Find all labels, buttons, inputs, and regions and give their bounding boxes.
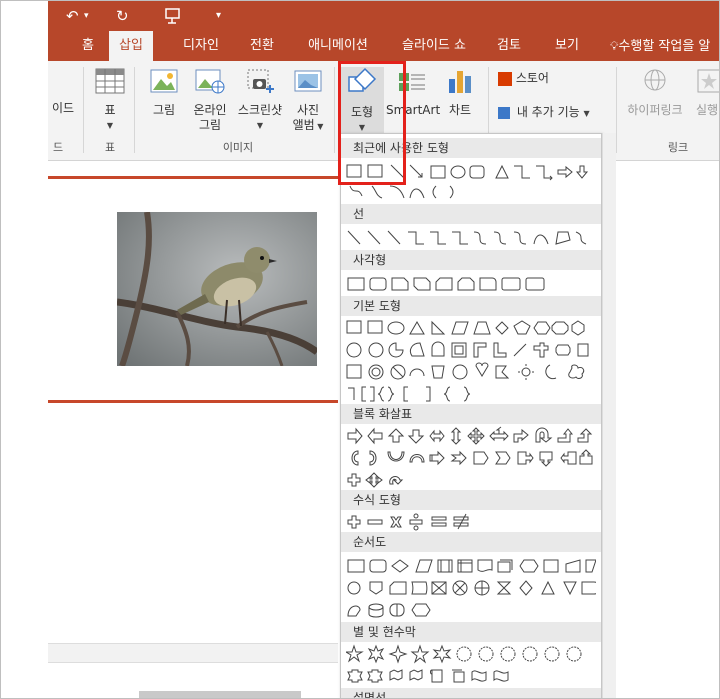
tab-animations[interactable]: 애니메이션 [303, 31, 373, 61]
section-equation-shapes: 수식 도형 [341, 490, 601, 510]
tab-transitions[interactable]: 전환 [244, 31, 280, 61]
chart-icon [449, 71, 471, 93]
tab-design[interactable]: 디자인 [175, 31, 227, 61]
flowchart-row-3[interactable] [346, 600, 596, 620]
group-divider [616, 67, 617, 153]
table-group-label: 표 [104, 141, 116, 154]
block-arrows-row-1[interactable] [346, 426, 596, 446]
group-divider [83, 67, 84, 153]
online-picture-icon [195, 69, 225, 94]
horizontal-scrollbar[interactable] [139, 691, 301, 698]
screenshot-icon [247, 69, 274, 93]
photo-album-label-1: 사진 [296, 103, 320, 117]
stars-row-1[interactable] [346, 644, 596, 664]
partial-group-label: 드 [52, 141, 64, 154]
screenshot-label: 스크린샷 [237, 103, 283, 117]
equation-shapes-row[interactable] [346, 512, 596, 532]
section-block-arrows: 블록 화살표 [341, 404, 601, 424]
section-flowchart: 순서도 [341, 532, 601, 552]
picture-button[interactable]: 그림 [144, 67, 184, 118]
tab-insert[interactable]: 삽입 [109, 31, 153, 61]
redo-icon[interactable]: ↻ [116, 5, 129, 27]
photo-album-icon [294, 70, 322, 92]
section-rectangles: 사각형 [341, 250, 601, 270]
my-addins-label: 내 추가 기능 [516, 105, 580, 119]
chevron-down-icon: ▼ [106, 121, 114, 130]
bird-picture[interactable] [117, 212, 317, 366]
section-stars-banners: 별 및 현수막 [341, 622, 601, 642]
hyperlink-button[interactable]: 하이퍼링크 [620, 67, 690, 118]
picture-label: 그림 [152, 103, 176, 117]
banners-row[interactable] [346, 666, 596, 686]
table-label: 표 [104, 103, 116, 117]
online-picture-label-1: 온라인 [193, 103, 227, 117]
store-label: 스토어 [515, 71, 549, 85]
tab-home[interactable]: 홈 [76, 31, 100, 61]
customize-qat-icon[interactable]: ▾ [216, 5, 221, 27]
photo-album-button[interactable]: 사진 앨범 ▼ [288, 67, 328, 134]
picture-icon [150, 69, 178, 93]
section-callouts: 설명선 [341, 688, 601, 698]
store-icon [498, 71, 512, 86]
slide-accent-line [48, 176, 338, 179]
undo-icon[interactable]: ↶ [66, 5, 79, 27]
notes-divider [48, 643, 338, 663]
addins-icon [498, 106, 510, 119]
rectangle-shapes-row[interactable] [346, 274, 596, 294]
basic-shapes-row-3[interactable] [346, 362, 596, 382]
star-action-icon [697, 69, 719, 93]
tab-review[interactable]: 검토 [494, 31, 524, 61]
app-window: ↶ ▾ ↻ ▾ 홈 삽입 디자인 전환 애니메이션 슬라이드 쇼 검토 보기 💡… [0, 0, 720, 699]
group-divider [134, 67, 135, 153]
ribbon-tabs: 홈 삽입 디자인 전환 애니메이션 슬라이드 쇼 검토 보기 💡︎수행할 작업을… [48, 31, 719, 61]
chevron-down-icon: ▼ [583, 109, 590, 118]
partial-button-label[interactable]: 이드 [48, 101, 78, 116]
tab-view[interactable]: 보기 [552, 31, 582, 61]
chevron-down-icon: ▼ [256, 121, 264, 130]
chart-label: 차트 [448, 103, 472, 117]
section-lines: 선 [341, 204, 601, 224]
shapes-gallery: 최근에 사용한 도형 선 사각형 기본 도형 블록 화살표 수식 도형 순서도 … [340, 133, 602, 698]
flowchart-row-2[interactable] [346, 578, 596, 598]
basic-shapes-row-1[interactable] [346, 318, 596, 338]
gallery-scrollbar[interactable] [602, 133, 616, 698]
line-shapes-row[interactable] [346, 228, 596, 248]
flowchart-row-1[interactable] [346, 556, 596, 576]
basic-shapes-row-2[interactable] [346, 340, 596, 360]
undo-dropdown-icon[interactable]: ▾ [84, 5, 89, 27]
my-addins-button[interactable]: 내 추가 기능 ▼ [498, 105, 614, 121]
basic-shapes-row-4[interactable] [346, 384, 596, 404]
shapes-highlight-box [338, 61, 406, 185]
hyperlink-label: 하이퍼링크 [627, 103, 683, 117]
block-arrows-row-3[interactable] [346, 470, 596, 490]
online-picture-button[interactable]: 온라인 그림 [188, 67, 232, 133]
tell-me-text: 수행할 작업을 알 [618, 39, 711, 54]
title-bar: ↶ ▾ ↻ ▾ [48, 1, 719, 31]
table-icon [95, 68, 125, 94]
table-button[interactable]: 표 ▼ [92, 67, 128, 133]
group-divider [334, 67, 335, 153]
online-picture-label-2: 그림 [198, 118, 222, 132]
block-arrows-row-2[interactable] [346, 448, 596, 468]
chart-button[interactable]: 차트 [442, 67, 478, 118]
photo-album-label-2: 앨범 [292, 118, 315, 132]
recent-shapes-row-2[interactable] [346, 182, 596, 202]
images-group-label: 이미지 [222, 141, 254, 154]
tab-slideshow[interactable]: 슬라이드 쇼 [396, 31, 472, 61]
slide-accent-line [48, 400, 338, 403]
section-basic-shapes: 기본 도형 [341, 296, 601, 316]
links-group-label: 링크 [667, 141, 689, 154]
globe-link-icon [644, 69, 666, 91]
action-label: 실행 [696, 103, 719, 117]
tell-me-box[interactable]: 💡︎수행할 작업을 알 [610, 31, 719, 61]
chevron-down-icon: ▼ [314, 122, 324, 131]
store-button[interactable]: 스토어 [498, 71, 608, 86]
screenshot-button[interactable]: 스크린샷 ▼ [234, 67, 286, 133]
start-from-beginning-icon[interactable] [164, 5, 182, 27]
action-button[interactable]: 실행 [696, 67, 719, 118]
